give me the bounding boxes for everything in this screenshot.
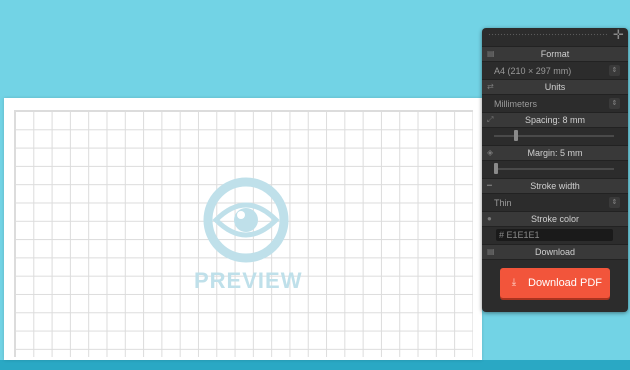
expand-icon: ⤢	[487, 115, 494, 124]
stroke-color-value: E1E1E1	[506, 230, 540, 240]
margin-slider-handle[interactable]	[494, 163, 498, 174]
spacing-slider-handle[interactable]	[513, 130, 518, 141]
stroke-width-value: Thin	[494, 198, 512, 208]
swap-icon: ⇄	[487, 82, 494, 91]
download-header-label: Download	[534, 247, 576, 257]
file-icon: ▤	[487, 247, 495, 256]
units-select[interactable]: Millimeters ⇕	[494, 96, 620, 112]
hash-symbol: #	[499, 230, 505, 240]
stroke-color-header: ● Stroke color	[482, 211, 628, 227]
units-select-value: Millimeters	[494, 99, 538, 109]
format-select[interactable]: A4 (210 × 297 mm) ⇕	[494, 63, 620, 79]
bottom-strip	[0, 360, 630, 370]
chevron-updown-icon: ⇕	[609, 65, 620, 76]
spacing-header: ⤢ Spacing: 8 mm	[482, 112, 628, 128]
margin-slider[interactable]	[494, 163, 614, 174]
grid-paper-preview: PREVIEW	[4, 98, 482, 360]
units-header-label: Units	[544, 82, 566, 92]
stroke-color-header-label: Stroke color	[530, 214, 580, 224]
file-icon: ▤	[487, 49, 495, 58]
eye-icon	[203, 177, 289, 263]
download-icon: ⤓	[511, 277, 517, 288]
margin-header-label: Margin: 5 mm	[527, 148, 583, 158]
download-pdf-button[interactable]: ⤓ Download PDF	[500, 268, 610, 298]
format-select-value: A4 (210 × 297 mm)	[494, 66, 572, 76]
drag-handle[interactable]	[488, 33, 608, 37]
settings-panel: ✛ ▤ Format A4 (210 × 297 mm) ⇕ ⇄ Units M…	[482, 28, 628, 312]
chevron-updown-icon: ⇕	[609, 98, 620, 109]
plus-icon[interactable]: ✛	[613, 28, 624, 41]
units-header: ⇄ Units	[482, 79, 628, 95]
stroke-width-select[interactable]: Thin ⇕	[494, 195, 620, 211]
preview-label: PREVIEW	[194, 268, 303, 293]
stroke-width-header-label: Stroke width	[530, 181, 580, 191]
stroke-icon: ━	[487, 181, 492, 190]
format-header: ▤ Format	[482, 46, 628, 62]
preview-watermark: PREVIEW	[194, 176, 303, 296]
margin-icon: ◈	[487, 148, 494, 157]
stroke-width-header: ━ Stroke width	[482, 178, 628, 194]
format-header-label: Format	[540, 49, 570, 59]
chevron-updown-icon: ⇕	[609, 197, 620, 208]
spacing-slider[interactable]	[494, 130, 614, 141]
download-header: ▤ Download	[482, 244, 628, 260]
download-pdf-label: Download PDF	[528, 277, 602, 289]
spacing-header-label: Spacing: 8 mm	[524, 115, 586, 125]
droplet-icon: ●	[487, 214, 492, 223]
stroke-color-input[interactable]: # E1E1E1	[496, 229, 613, 241]
margin-header: ◈ Margin: 5 mm	[482, 145, 628, 161]
